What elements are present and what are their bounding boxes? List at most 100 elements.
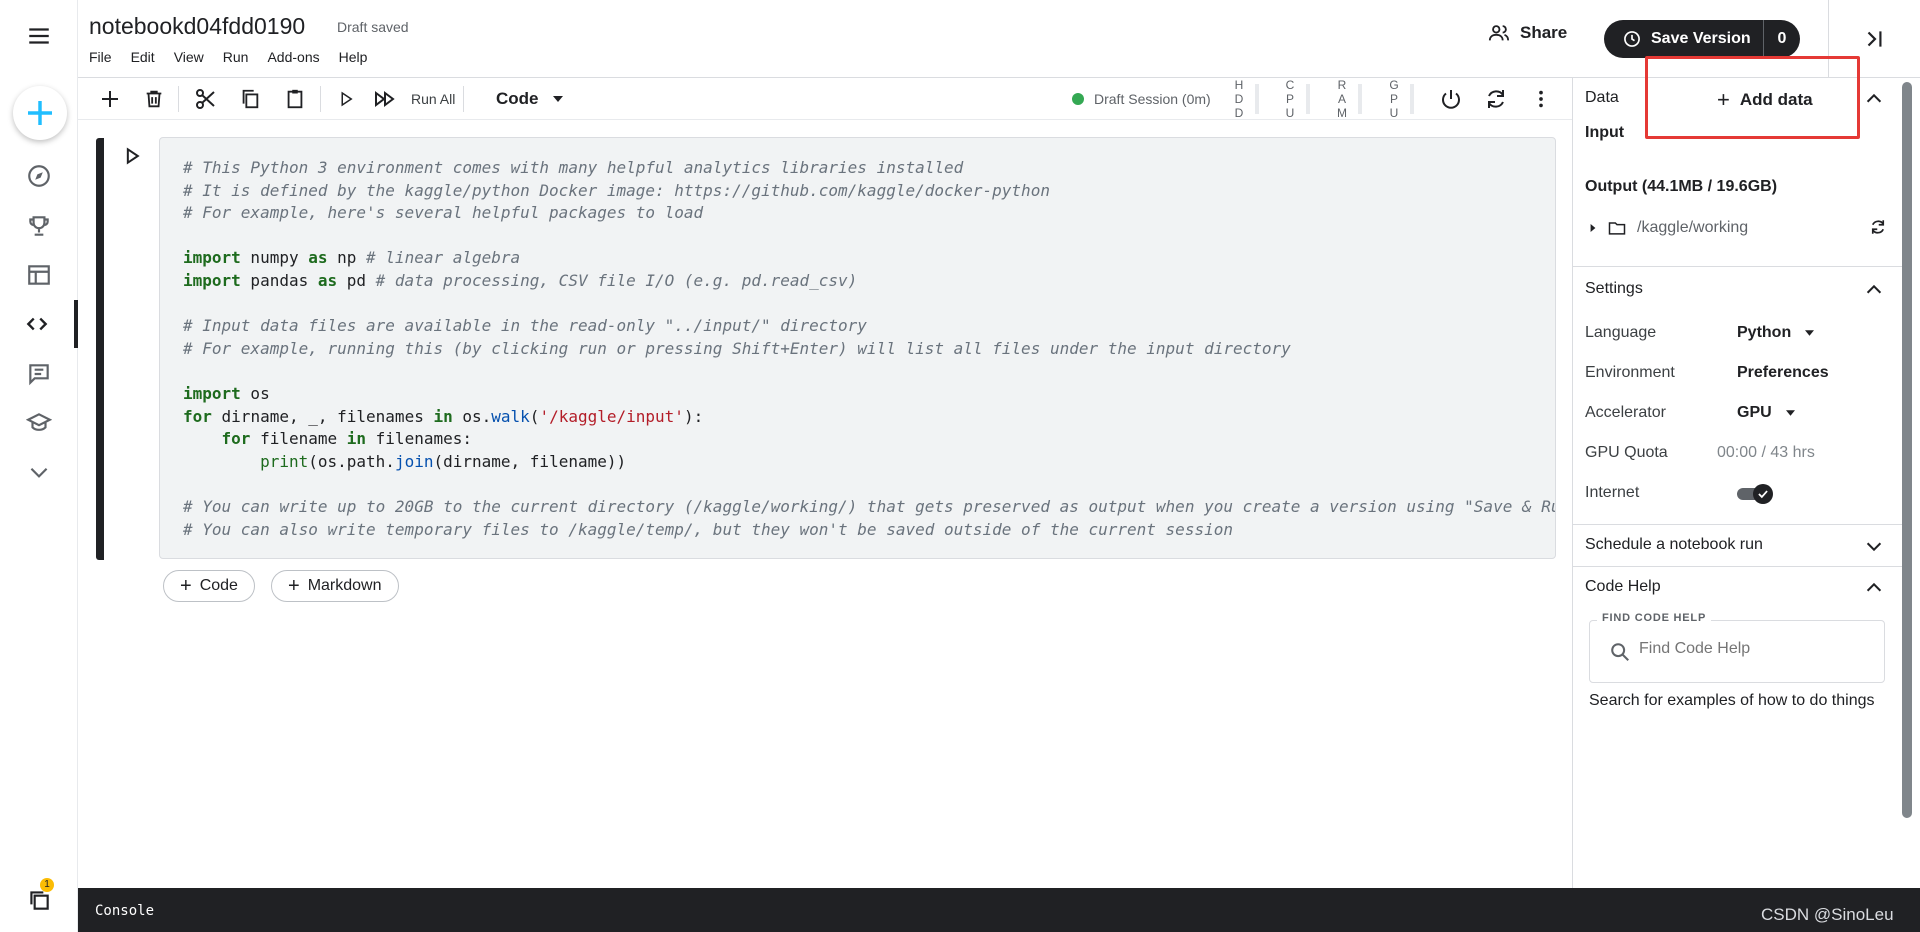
right-panel-scrollbar[interactable] xyxy=(1902,82,1912,818)
create-button[interactable] xyxy=(13,86,67,140)
add-code-label: Code xyxy=(199,577,238,594)
add-markdown-cell-button[interactable]: + Markdown xyxy=(271,570,399,602)
table-icon[interactable] xyxy=(0,251,78,299)
run-all-button[interactable]: Run All xyxy=(411,91,455,107)
output-folder-name: /kaggle/working xyxy=(1637,219,1749,236)
schedule-notebook-run[interactable]: Schedule a notebook run xyxy=(1585,536,1763,554)
chevron-down-icon[interactable] xyxy=(0,448,78,496)
check-icon xyxy=(1758,490,1768,499)
cell-type-dropdown[interactable]: Code xyxy=(496,89,563,109)
language-dropdown[interactable]: Python xyxy=(1737,324,1815,342)
accelerator-label: Accelerator xyxy=(1585,404,1666,421)
input-label: Input xyxy=(1585,124,1625,141)
notification-badge: 1 xyxy=(40,878,54,892)
hdd-meter xyxy=(1255,84,1259,114)
more-vert-icon[interactable] xyxy=(1528,86,1554,112)
plus-icon: + xyxy=(288,574,300,597)
cpu-meter-label: CPU xyxy=(1285,78,1295,120)
chevron-up-icon[interactable] xyxy=(1863,279,1885,301)
output-folder-row[interactable]: /kaggle/working xyxy=(1589,218,1748,238)
cut-icon[interactable] xyxy=(193,86,219,112)
cpu-meter xyxy=(1306,84,1310,114)
chevron-down-icon[interactable] xyxy=(1863,535,1885,557)
expand-arrow-icon xyxy=(1590,224,1596,232)
environment-label: Environment xyxy=(1585,364,1675,381)
internet-toggle[interactable] xyxy=(1737,482,1773,504)
session-label: Draft Session (0m) xyxy=(1094,91,1211,107)
graduation-cap-icon[interactable] xyxy=(0,399,78,447)
console-label: Console xyxy=(95,903,155,919)
console-bar[interactable]: Console xyxy=(78,888,1920,932)
active-cell-indicator xyxy=(96,138,104,560)
folder-icon xyxy=(1608,222,1626,235)
notebook-title[interactable]: notebookd04fdd0190 xyxy=(89,13,305,40)
run-all-icon[interactable] xyxy=(372,86,398,112)
code-icon[interactable] xyxy=(0,300,78,348)
environment-preferences-link[interactable]: Preferences xyxy=(1737,364,1829,382)
menu-run[interactable]: Run xyxy=(223,49,249,65)
session-dot xyxy=(1072,93,1084,105)
copy-icon[interactable] xyxy=(237,86,263,112)
add-markdown-label: Markdown xyxy=(307,577,382,594)
language-value: Python xyxy=(1737,324,1792,341)
refresh-icon[interactable] xyxy=(1869,218,1887,236)
accelerator-value: GPU xyxy=(1737,404,1772,421)
run-cell-button[interactable] xyxy=(122,146,144,168)
menu-view[interactable]: View xyxy=(174,49,204,65)
right-panel: Data + Add data Input Output (44.1MB / 1… xyxy=(1572,78,1903,888)
ram-meter-label: RAM xyxy=(1337,78,1347,120)
menu-file[interactable]: File xyxy=(89,49,112,65)
menu-help[interactable]: Help xyxy=(339,49,368,65)
run-cell-icon[interactable] xyxy=(333,86,359,112)
menu-edit[interactable]: Edit xyxy=(131,49,155,65)
gpu-meter-label: GPU xyxy=(1389,78,1399,120)
add-cell-icon[interactable] xyxy=(97,86,123,112)
dropdown-caret-icon xyxy=(552,96,563,102)
play-icon xyxy=(126,147,140,165)
trophy-icon[interactable] xyxy=(0,202,78,250)
left-nav: 1 xyxy=(0,0,78,932)
add-code-cell-button[interactable]: + Code xyxy=(163,570,255,602)
ram-meter xyxy=(1358,84,1362,114)
search-icon xyxy=(1611,643,1629,661)
dropdown-caret-icon xyxy=(1805,330,1815,336)
menu-add-ons[interactable]: Add-ons xyxy=(267,49,319,65)
paste-icon[interactable] xyxy=(282,86,308,112)
plus-icon: + xyxy=(180,574,192,597)
code-content[interactable]: # This Python 3 environment comes with m… xyxy=(183,157,1555,541)
save-version-button[interactable]: Save Version 0 xyxy=(1604,20,1800,58)
hdd-meter-label: HDD xyxy=(1234,78,1244,120)
gpu-meter xyxy=(1410,84,1414,114)
save-status: Draft saved xyxy=(337,19,409,35)
people-icon xyxy=(1488,25,1510,41)
accelerator-dropdown[interactable]: GPU xyxy=(1737,404,1795,422)
find-code-help-legend: FIND CODE HELP xyxy=(1597,612,1712,624)
compass-icon[interactable] xyxy=(0,152,78,200)
share-label: Share xyxy=(1520,23,1568,42)
copies-icon[interactable] xyxy=(0,876,78,924)
internet-label: Internet xyxy=(1585,484,1640,501)
plus-icon xyxy=(28,101,52,125)
data-section-title: Data xyxy=(1585,89,1619,106)
discussion-icon[interactable] xyxy=(0,350,78,398)
collapse-right-icon xyxy=(1867,31,1881,47)
gpu-quota-value: 00:00 / 43 hrs xyxy=(1717,444,1815,461)
power-icon[interactable] xyxy=(1438,86,1464,112)
save-version-label: Save Version xyxy=(1651,30,1751,47)
chevron-up-icon[interactable] xyxy=(1863,88,1885,110)
code-cell-editor[interactable]: # This Python 3 environment comes with m… xyxy=(159,137,1556,559)
restart-icon[interactable] xyxy=(1483,86,1509,112)
language-label: Language xyxy=(1585,324,1657,341)
share-button[interactable]: Share xyxy=(1488,22,1567,44)
code-help-description: Search for examples of how to do things xyxy=(1589,692,1875,709)
session-status[interactable]: Draft Session (0m) xyxy=(1072,91,1211,107)
chevron-up-icon[interactable] xyxy=(1863,577,1885,599)
version-count[interactable]: 0 xyxy=(1764,30,1800,48)
delete-icon[interactable] xyxy=(141,86,167,112)
output-label: Output (44.1MB / 19.6GB) xyxy=(1585,178,1778,195)
hamburger-menu-icon[interactable] xyxy=(0,12,78,60)
find-code-help-input[interactable] xyxy=(1639,640,1869,658)
cell-type-value: Code xyxy=(496,89,539,108)
cell-toolbar: Run All Code Draft Session (0m) HDD CPU … xyxy=(78,78,1572,120)
watermark: CSDN @SinoLeu xyxy=(1761,905,1894,924)
